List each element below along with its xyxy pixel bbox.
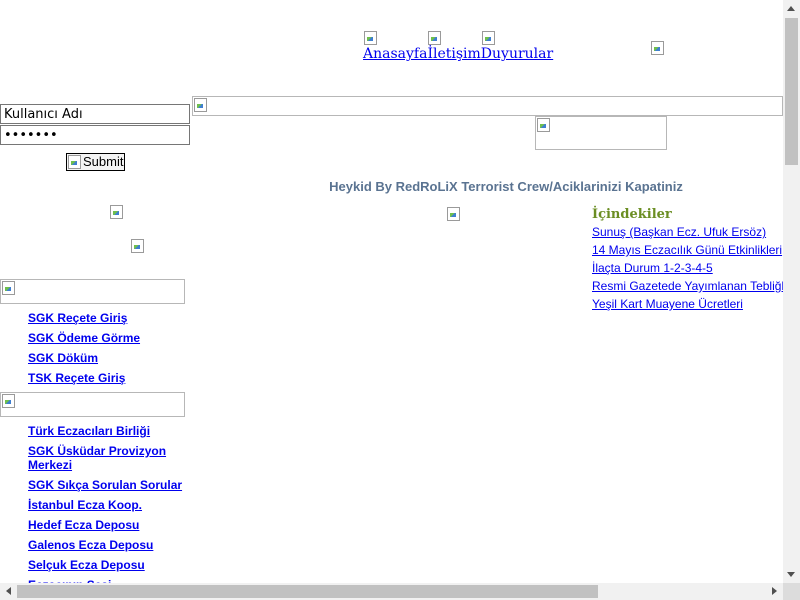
top-nav: Anasayfa İletişim Duyurular <box>363 30 553 62</box>
page-title: Heykid By RedRoLiX Terrorist Crew/Acikla… <box>329 179 683 194</box>
sidebar-header-image <box>0 279 185 304</box>
vertical-scroll-thumb[interactable] <box>785 18 798 165</box>
sidebar-link[interactable]: Selçuk Ecza Deposu <box>28 555 188 575</box>
scroll-down-arrow-icon[interactable] <box>787 572 795 577</box>
scroll-left-arrow-icon[interactable] <box>6 587 11 595</box>
sidebar-link[interactable]: Galenos Ecza Deposu <box>28 535 188 555</box>
horizontal-scroll-thumb[interactable] <box>17 585 598 598</box>
toc-item[interactable]: 14 Mayıs Eczacılık Günü Etkinlikleri <box>592 242 795 260</box>
username-field[interactable] <box>0 104 190 124</box>
submit-label: Submit <box>83 154 124 169</box>
logo-image <box>535 116 667 150</box>
scrollbar-corner <box>783 583 800 600</box>
sidebar-header-image <box>0 392 185 417</box>
sidebar-link[interactable]: TSK Reçete Giriş <box>28 368 188 388</box>
broken-image-icon <box>1 393 17 409</box>
nav-home-label: Anasayfa <box>363 46 428 62</box>
toc-title: İçindekiler <box>592 207 672 222</box>
nav-announcements-link[interactable]: Duyurular <box>481 30 553 62</box>
vertical-scrollbar[interactable] <box>783 0 800 583</box>
broken-image-icon <box>536 117 552 133</box>
submit-button[interactable]: Submit <box>66 153 125 171</box>
nav-contact-link[interactable]: İletişim <box>427 30 481 62</box>
sidebar-link[interactable]: SGK Döküm <box>28 348 188 368</box>
broken-image-icon <box>109 204 125 220</box>
broken-image-icon <box>427 30 443 46</box>
scroll-right-arrow-icon[interactable] <box>772 587 777 595</box>
sidebar-link[interactable]: İstanbul Ecza Koop. <box>28 495 188 515</box>
horizontal-scrollbar[interactable] <box>0 583 783 600</box>
sidebar-link[interactable]: SGK Üsküdar Provizyon Merkezi <box>28 441 188 475</box>
broken-image-icon <box>67 154 83 170</box>
sidebar-group-links: SGK Reçete Giriş SGK Ödeme Görme SGK Dök… <box>28 308 188 388</box>
toc-list: Sunuş (Başkan Ecz. Ufuk Ersöz) 14 Mayıs … <box>592 224 795 314</box>
broken-image-icon <box>650 40 666 56</box>
broken-image-icon <box>193 97 209 113</box>
sidebar-resources-links: Türk Eczacıları Birliği SGK Üsküdar Prov… <box>28 421 188 595</box>
sidebar-link[interactable]: Türk Eczacıları Birliği <box>28 421 188 441</box>
scroll-up-arrow-icon[interactable] <box>787 6 795 11</box>
nav-announcements-label: Duyurular <box>480 46 554 62</box>
toc-item[interactable]: Sunuş (Başkan Ecz. Ufuk Ersöz) <box>592 224 795 242</box>
toc-item[interactable]: İlaçta Durum 1-2-3-4-5 <box>592 260 795 278</box>
broken-image-icon <box>363 30 379 46</box>
broken-image-icon <box>481 30 497 46</box>
nav-contact-label: İletişim <box>427 46 481 62</box>
sidebar-link[interactable]: SGK Reçete Giriş <box>28 308 188 328</box>
sidebar-link[interactable]: SGK Sıkça Sorulan Sorular <box>28 475 188 495</box>
broken-image-icon <box>1 280 17 296</box>
sidebar-link[interactable]: SGK Ödeme Görme <box>28 328 188 348</box>
nav-home-link[interactable]: Anasayfa <box>363 30 427 62</box>
broken-image-icon <box>446 206 462 222</box>
broken-image-icon <box>130 238 146 254</box>
sidebar-link[interactable]: Hedef Ecza Deposu <box>28 515 188 535</box>
toc-item[interactable]: Resmi Gazetede Yayımlanan Tebliğler <box>592 278 795 296</box>
password-field[interactable] <box>0 125 190 145</box>
toc-item[interactable]: Yeşil Kart Muayene Ücretleri <box>592 296 795 314</box>
banner-image <box>192 96 783 116</box>
